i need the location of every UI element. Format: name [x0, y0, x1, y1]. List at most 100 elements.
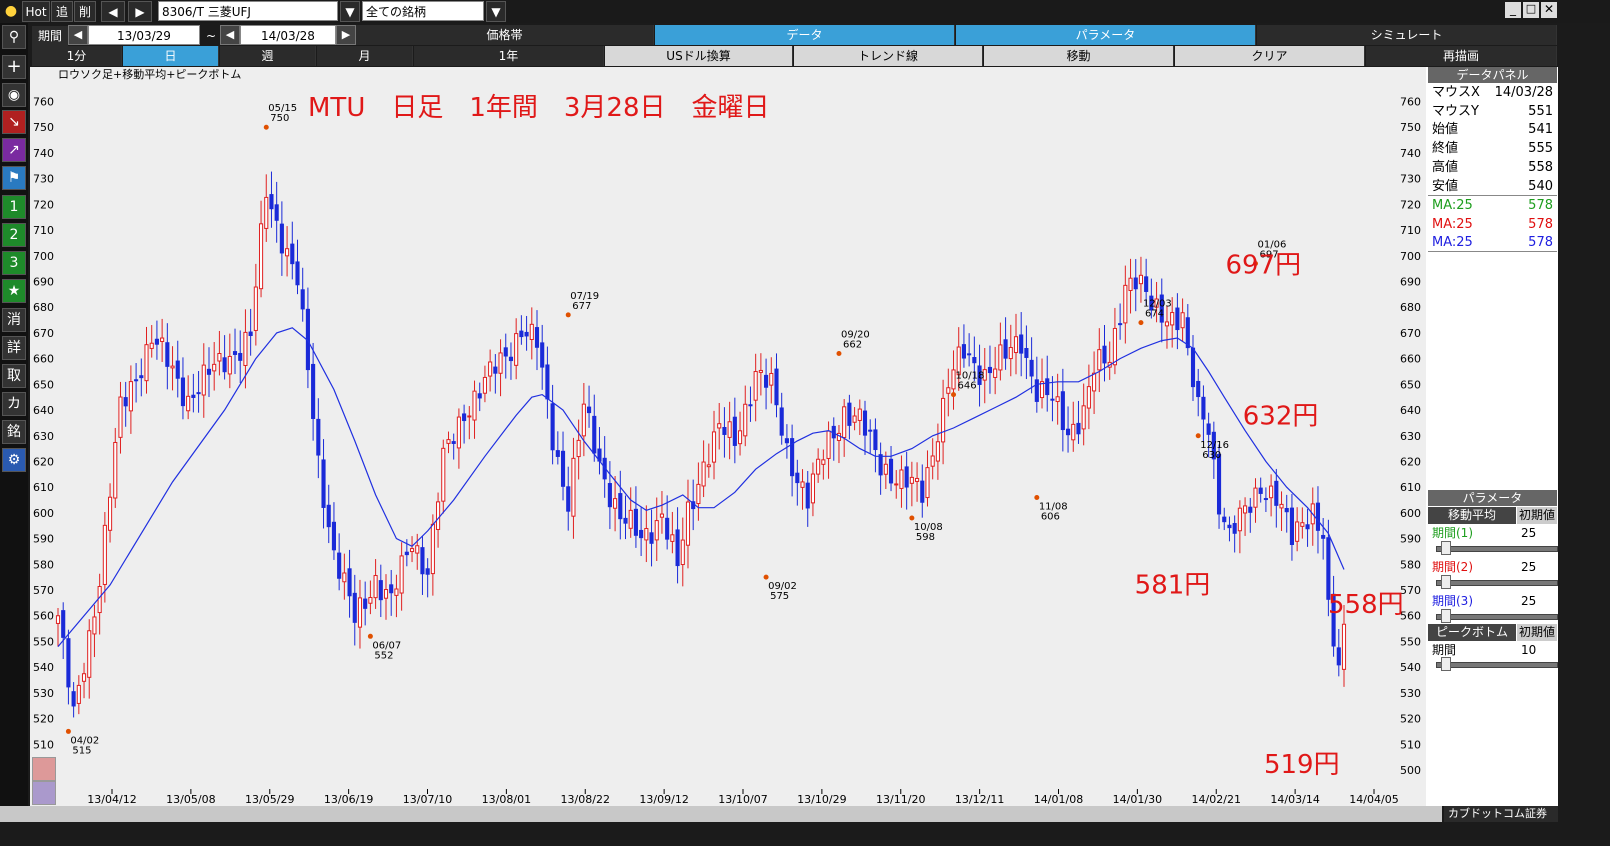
candle-body[interactable] — [165, 342, 170, 367]
candle-body[interactable] — [238, 352, 243, 361]
ma-period-slider[interactable] — [1436, 575, 1558, 589]
candle-body[interactable] — [1315, 502, 1321, 531]
candle-body[interactable] — [274, 204, 279, 221]
candle-body[interactable] — [628, 509, 633, 529]
candle-body[interactable] — [1232, 523, 1237, 534]
candle-body[interactable] — [935, 441, 940, 462]
candle-body[interactable] — [685, 501, 691, 546]
candle-body[interactable] — [217, 353, 222, 362]
candle-body[interactable] — [92, 616, 97, 635]
candle-body[interactable] — [139, 375, 144, 379]
candle-body[interactable] — [649, 532, 654, 544]
candle-body[interactable] — [1206, 423, 1211, 435]
candle-body[interactable] — [540, 342, 545, 368]
candle-body[interactable] — [1305, 524, 1310, 530]
peak-period-slider[interactable] — [1436, 657, 1558, 671]
candle-body[interactable] — [1133, 277, 1138, 290]
candle-body[interactable] — [519, 330, 524, 338]
candle-body[interactable] — [71, 691, 76, 707]
candle-body[interactable] — [331, 521, 337, 551]
ma-period-value[interactable]: 25 — [1521, 525, 1555, 541]
candle-body[interactable] — [972, 357, 977, 364]
candle-body[interactable] — [915, 477, 920, 482]
candle-body[interactable] — [1076, 422, 1081, 435]
candle-body[interactable] — [868, 429, 873, 432]
ma-period-value[interactable]: 25 — [1521, 593, 1555, 609]
candle-body[interactable] — [170, 365, 175, 369]
candle-body[interactable] — [248, 331, 253, 337]
candle-body[interactable] — [1138, 274, 1144, 285]
candle-body[interactable] — [420, 547, 425, 575]
candle-body[interactable] — [623, 517, 628, 524]
candle-body[interactable] — [764, 374, 769, 388]
candle-body[interactable] — [97, 586, 102, 614]
candle-body[interactable] — [779, 407, 784, 436]
candle-body[interactable] — [1216, 453, 1222, 515]
candle-body[interactable] — [1144, 276, 1149, 292]
candle-body[interactable] — [639, 529, 644, 539]
candle-body[interactable] — [925, 467, 930, 499]
candle-body[interactable] — [378, 580, 383, 601]
candle-body[interactable] — [717, 423, 722, 429]
candle-body[interactable] — [706, 464, 711, 468]
candle-body[interactable] — [1164, 321, 1170, 327]
candle-body[interactable] — [342, 572, 347, 583]
candle-body[interactable] — [503, 347, 508, 357]
candle-body[interactable] — [118, 396, 123, 438]
candle-body[interactable] — [753, 371, 758, 401]
candle-body[interactable] — [186, 395, 191, 412]
candle-body[interactable] — [1295, 521, 1300, 542]
candle-body[interactable] — [654, 520, 659, 541]
candle-body[interactable] — [258, 223, 264, 290]
slider-knob[interactable] — [1441, 609, 1451, 623]
candle-body[interactable] — [550, 403, 555, 451]
candle-body[interactable] — [993, 368, 998, 378]
candle-body[interactable] — [326, 504, 331, 528]
candle-body[interactable] — [404, 551, 409, 556]
candle-body[interactable] — [508, 356, 514, 362]
candle-body[interactable] — [191, 394, 196, 398]
candle-body[interactable] — [1185, 317, 1190, 349]
candle-body[interactable] — [665, 517, 670, 540]
candle-body[interactable] — [743, 403, 748, 437]
candle-body[interactable] — [873, 429, 878, 451]
candle-body[interactable] — [1003, 339, 1008, 359]
candle-body[interactable] — [961, 344, 966, 359]
candle-body[interactable] — [534, 327, 540, 348]
candle-body[interactable] — [436, 501, 441, 530]
candle-body[interactable] — [456, 416, 461, 449]
candle-body[interactable] — [644, 528, 649, 541]
candle-body[interactable] — [1112, 327, 1117, 366]
candle-body[interactable] — [394, 588, 399, 596]
candle-body[interactable] — [967, 353, 972, 356]
candle-body[interactable] — [1253, 487, 1258, 508]
candle-body[interactable] — [1008, 347, 1013, 360]
candle-body[interactable] — [253, 286, 258, 331]
candle-body[interactable] — [243, 331, 248, 366]
candle-body[interactable] — [1123, 284, 1128, 324]
candle-body[interactable] — [555, 450, 560, 457]
candle-body[interactable] — [529, 323, 534, 340]
slider-knob[interactable] — [1441, 541, 1451, 555]
candle-body[interactable] — [581, 403, 586, 437]
candle-body[interactable] — [55, 615, 61, 624]
candle-body[interactable] — [321, 459, 326, 508]
candle-body[interactable] — [1196, 380, 1201, 398]
candle-body[interactable] — [1300, 522, 1305, 527]
candle-body[interactable] — [482, 376, 487, 394]
candle-body[interactable] — [451, 441, 456, 444]
candle-body[interactable] — [1102, 345, 1107, 364]
candle-body[interactable] — [826, 430, 831, 459]
candle-body[interactable] — [357, 597, 363, 628]
candle-body[interactable] — [1201, 396, 1206, 420]
candle-body[interactable] — [66, 638, 71, 688]
candle-body[interactable] — [894, 483, 899, 486]
slider-knob[interactable] — [1441, 575, 1451, 589]
candle-body[interactable] — [722, 426, 727, 435]
candle-body[interactable] — [727, 421, 732, 438]
candle-body[interactable] — [680, 539, 685, 566]
candle-body[interactable] — [1248, 506, 1253, 513]
candle-body[interactable] — [862, 410, 868, 436]
candle-body[interactable] — [462, 413, 467, 422]
candle-body[interactable] — [175, 360, 180, 379]
